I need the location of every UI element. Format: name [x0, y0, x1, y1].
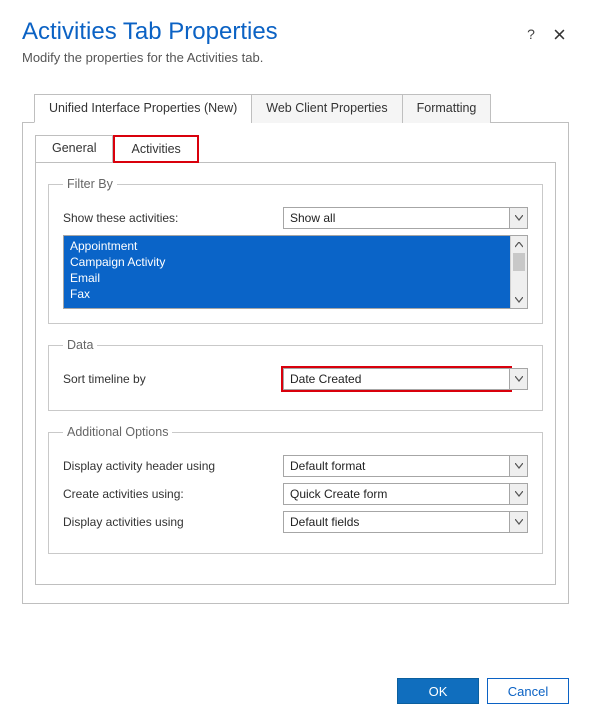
- data-legend: Data: [63, 338, 97, 352]
- help-icon[interactable]: ?: [521, 24, 541, 44]
- tab-unified-interface[interactable]: Unified Interface Properties (New): [34, 94, 252, 123]
- create-activities-label: Create activities using:: [63, 487, 283, 501]
- ok-button[interactable]: OK: [397, 678, 479, 704]
- scroll-up-icon[interactable]: [511, 236, 527, 253]
- list-item[interactable]: Fax: [64, 286, 510, 302]
- display-header-label: Display activity header using: [63, 459, 283, 473]
- dialog-subtitle: Modify the properties for the Activities…: [22, 50, 569, 65]
- listbox-scrollbar[interactable]: [510, 236, 527, 308]
- scroll-down-icon[interactable]: [511, 291, 527, 308]
- show-activities-label: Show these activities:: [63, 211, 283, 225]
- display-header-dropdown-button[interactable]: [510, 455, 528, 477]
- list-item[interactable]: Appointment: [64, 238, 510, 254]
- filter-by-legend: Filter By: [63, 177, 117, 191]
- data-group: Data Sort timeline by Date Created: [48, 338, 543, 411]
- properties-dialog: Activities Tab Properties ? Modify the p…: [0, 0, 591, 604]
- show-activities-select[interactable]: Show all: [283, 207, 510, 229]
- cancel-button[interactable]: Cancel: [487, 678, 569, 704]
- tab-web-client[interactable]: Web Client Properties: [251, 94, 402, 123]
- tab-formatting[interactable]: Formatting: [402, 94, 492, 123]
- subtab-activities[interactable]: Activities: [113, 135, 198, 163]
- main-tabs: Unified Interface Properties (New) Web C…: [22, 93, 569, 123]
- close-icon[interactable]: [549, 24, 569, 44]
- display-activities-label: Display activities using: [63, 515, 283, 529]
- create-activities-dropdown-button[interactable]: [510, 483, 528, 505]
- additional-options-legend: Additional Options: [63, 425, 172, 439]
- additional-options-group: Additional Options Display activity head…: [48, 425, 543, 554]
- sort-timeline-dropdown-button[interactable]: [510, 368, 528, 390]
- display-activities-select[interactable]: Default fields: [283, 511, 510, 533]
- dialog-title: Activities Tab Properties: [22, 18, 513, 46]
- sort-timeline-select[interactable]: Date Created: [283, 368, 510, 390]
- display-activities-dropdown-button[interactable]: [510, 511, 528, 533]
- subtab-panel: Filter By Show these activities: Show al…: [35, 162, 556, 585]
- dialog-footer: OK Cancel: [397, 678, 569, 704]
- subtab-general[interactable]: General: [35, 135, 113, 163]
- filter-by-group: Filter By Show these activities: Show al…: [48, 177, 543, 324]
- tab-panel: General Activities Filter By Show these …: [22, 123, 569, 604]
- create-activities-select[interactable]: Quick Create form: [283, 483, 510, 505]
- subtabs: General Activities: [35, 135, 556, 163]
- sort-timeline-label: Sort timeline by: [63, 372, 283, 386]
- list-item[interactable]: Campaign Activity: [64, 254, 510, 270]
- activities-listbox[interactable]: Appointment Campaign Activity Email Fax: [63, 235, 528, 309]
- show-activities-dropdown-button[interactable]: [510, 207, 528, 229]
- list-item[interactable]: Email: [64, 270, 510, 286]
- scroll-thumb[interactable]: [513, 253, 525, 271]
- display-header-select[interactable]: Default format: [283, 455, 510, 477]
